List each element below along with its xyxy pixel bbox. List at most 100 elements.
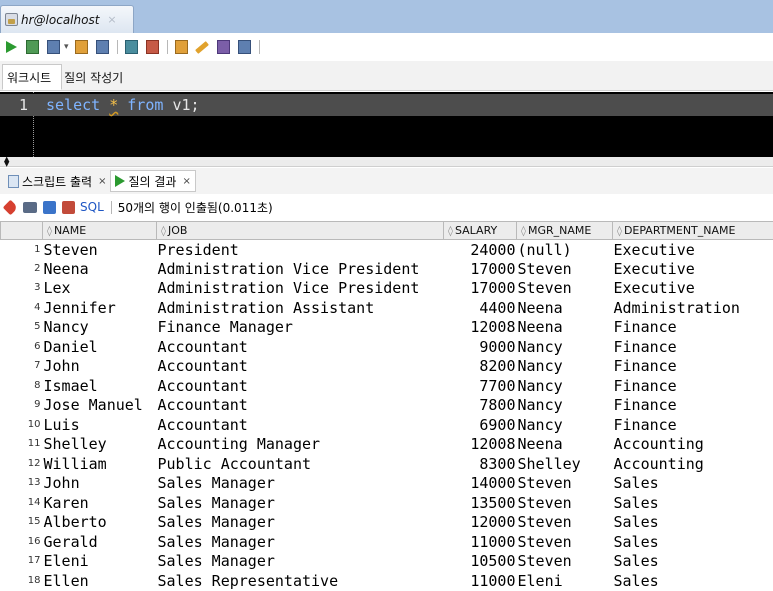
cell-department-name[interactable]: Accounting xyxy=(613,435,773,455)
cell-job[interactable]: Sales Representative xyxy=(157,571,444,591)
cell-salary[interactable]: 12008 xyxy=(444,318,517,338)
cell-mgr-name[interactable]: Neena xyxy=(517,318,613,338)
sql-button[interactable]: SQL xyxy=(80,200,104,214)
cell-mgr-name[interactable]: Shelley xyxy=(517,454,613,474)
table-row[interactable]: 8 Ismael Accountant 7700 Nancy Finance xyxy=(1,376,773,396)
tab-worksheet[interactable]: 워크시트 xyxy=(2,64,63,90)
cell-salary[interactable]: 6900 xyxy=(444,415,517,435)
cell-job[interactable]: Administration Vice President xyxy=(157,279,444,299)
sql-editor[interactable]: 1 select * from v1; xyxy=(0,92,773,157)
history-icon[interactable] xyxy=(173,39,190,56)
cell-salary[interactable]: 8300 xyxy=(444,454,517,474)
close-tab-icon[interactable]: × xyxy=(98,176,106,187)
sql-tuning-icon[interactable] xyxy=(144,39,161,56)
table-row[interactable]: 2 Neena Administration Vice President 17000… xyxy=(1,259,773,279)
close-tab-icon[interactable]: × xyxy=(182,176,190,187)
cell-department-name[interactable]: Executive xyxy=(613,279,773,299)
autotrace-icon[interactable] xyxy=(94,39,111,56)
sql-monitor-icon[interactable] xyxy=(215,39,232,56)
cell-salary[interactable]: 24000 xyxy=(444,240,517,260)
cell-mgr-name[interactable]: Steven xyxy=(517,493,613,513)
cell-department-name[interactable]: Finance xyxy=(613,357,773,377)
cell-name[interactable]: Daniel xyxy=(43,337,157,357)
cell-name[interactable]: Shelley xyxy=(43,435,157,455)
cell-department-name[interactable]: Finance xyxy=(613,376,773,396)
cell-job[interactable]: Accountant xyxy=(157,415,444,435)
commit-dropdown-icon[interactable]: ▾ xyxy=(64,42,69,52)
table-row[interactable]: 9 Jose Manuel Accountant 7800 Nancy Finance xyxy=(1,396,773,416)
cell-salary[interactable]: 4400 xyxy=(444,298,517,318)
cell-salary[interactable]: 12008 xyxy=(444,435,517,455)
cell-department-name[interactable]: Accounting xyxy=(613,454,773,474)
cell-salary[interactable]: 9000 xyxy=(444,337,517,357)
cell-job[interactable]: Sales Manager xyxy=(157,493,444,513)
cell-department-name[interactable]: Finance xyxy=(613,337,773,357)
column-header-department-name[interactable]: ◊ DEPARTMENT_NAME xyxy=(612,221,773,240)
print-icon[interactable] xyxy=(23,201,37,213)
table-row[interactable]: 1 Steven President 24000 (null) Executive xyxy=(1,240,773,260)
column-header-job[interactable]: ◊ JOB xyxy=(156,221,444,240)
cell-mgr-name[interactable]: Steven xyxy=(517,513,613,533)
cell-name[interactable]: Ellen xyxy=(43,571,157,591)
cell-mgr-name[interactable]: Nancy xyxy=(517,376,613,396)
cell-job[interactable]: Accountant xyxy=(157,337,444,357)
sql-code[interactable]: select * from v1; xyxy=(34,96,200,114)
column-header-salary[interactable]: ◊ SALARY xyxy=(443,221,517,240)
cell-name[interactable]: Alberto xyxy=(43,513,157,533)
cell-name[interactable]: Jennifer xyxy=(43,298,157,318)
tab-script-output[interactable]: 스크립트 출력 × xyxy=(4,170,110,192)
cell-mgr-name[interactable]: (null) xyxy=(517,240,613,260)
cell-job[interactable]: Accountant xyxy=(157,357,444,377)
cell-job[interactable]: Administration Vice President xyxy=(157,259,444,279)
cell-name[interactable]: Ismael xyxy=(43,376,157,396)
cell-salary[interactable]: 11000 xyxy=(444,532,517,552)
table-row[interactable]: 12 William Public Accountant 8300 Shelley Acc… xyxy=(1,454,773,474)
table-row[interactable]: 5 Nancy Finance Manager 12008 Neena Finance xyxy=(1,318,773,338)
cell-department-name[interactable]: Executive xyxy=(613,240,773,260)
pin-icon[interactable] xyxy=(2,199,19,215)
cell-salary[interactable]: 17000 xyxy=(444,279,517,299)
cell-salary[interactable]: 10500 xyxy=(444,552,517,572)
column-header-name[interactable]: ◊ NAME xyxy=(42,221,157,240)
cell-mgr-name[interactable]: Nancy xyxy=(517,415,613,435)
table-row[interactable]: 13 John Sales Manager 14000 Steven Sales xyxy=(1,474,773,494)
run-statement-icon[interactable] xyxy=(3,39,20,56)
table-row[interactable]: 6 Daniel Accountant 9000 Nancy Finance xyxy=(1,337,773,357)
results-grid[interactable]: ◊ NAME ◊ JOB ◊ SALARY ◊ MGR_NAME ◊ DEPARTMENT… xyxy=(0,221,773,591)
table-row[interactable]: 15 Alberto Sales Manager 12000 Steven Sales xyxy=(1,513,773,533)
cell-department-name[interactable]: Finance xyxy=(613,318,773,338)
cell-department-name[interactable]: Sales xyxy=(613,493,773,513)
cell-mgr-name[interactable]: Neena xyxy=(517,435,613,455)
cell-name[interactable]: Lex xyxy=(43,279,157,299)
cell-mgr-name[interactable]: Eleni xyxy=(517,571,613,591)
cell-name[interactable]: Gerald xyxy=(43,532,157,552)
connection-tab-hr-localhost[interactable]: hr@localhost × xyxy=(0,5,134,33)
refresh-icon[interactable] xyxy=(43,200,56,214)
cell-salary[interactable]: 11000 xyxy=(444,571,517,591)
cell-salary[interactable]: 7700 xyxy=(444,376,517,396)
format-icon[interactable] xyxy=(236,39,253,56)
pane-splitter[interactable]: ▲ ▼ xyxy=(0,156,773,168)
explain-plan-icon[interactable] xyxy=(123,39,140,56)
commit-icon[interactable] xyxy=(45,39,62,56)
cell-mgr-name[interactable]: Steven xyxy=(517,532,613,552)
clear-icon[interactable] xyxy=(194,39,211,56)
cell-name[interactable]: Neena xyxy=(43,259,157,279)
cell-job[interactable]: Finance Manager xyxy=(157,318,444,338)
cell-job[interactable]: President xyxy=(157,240,444,260)
cell-mgr-name[interactable]: Steven xyxy=(517,474,613,494)
table-row[interactable]: 4 Jennifer Administration Assistant 4400 Nee… xyxy=(1,298,773,318)
cell-job[interactable]: Accountant xyxy=(157,376,444,396)
cell-name[interactable]: Nancy xyxy=(43,318,157,338)
cell-mgr-name[interactable]: Nancy xyxy=(517,337,613,357)
cell-salary[interactable]: 13500 xyxy=(444,493,517,513)
cell-job[interactable]: Accountant xyxy=(157,396,444,416)
cell-mgr-name[interactable]: Neena xyxy=(517,298,613,318)
cell-salary[interactable]: 14000 xyxy=(444,474,517,494)
cell-salary[interactable]: 8200 xyxy=(444,357,517,377)
rollback-icon[interactable] xyxy=(73,39,90,56)
cell-department-name[interactable]: Administration xyxy=(613,298,773,318)
cell-name[interactable]: Steven xyxy=(43,240,157,260)
cell-department-name[interactable]: Sales xyxy=(613,552,773,572)
table-row[interactable]: 11 Shelley Accounting Manager 12008 Neena Acc… xyxy=(1,435,773,455)
